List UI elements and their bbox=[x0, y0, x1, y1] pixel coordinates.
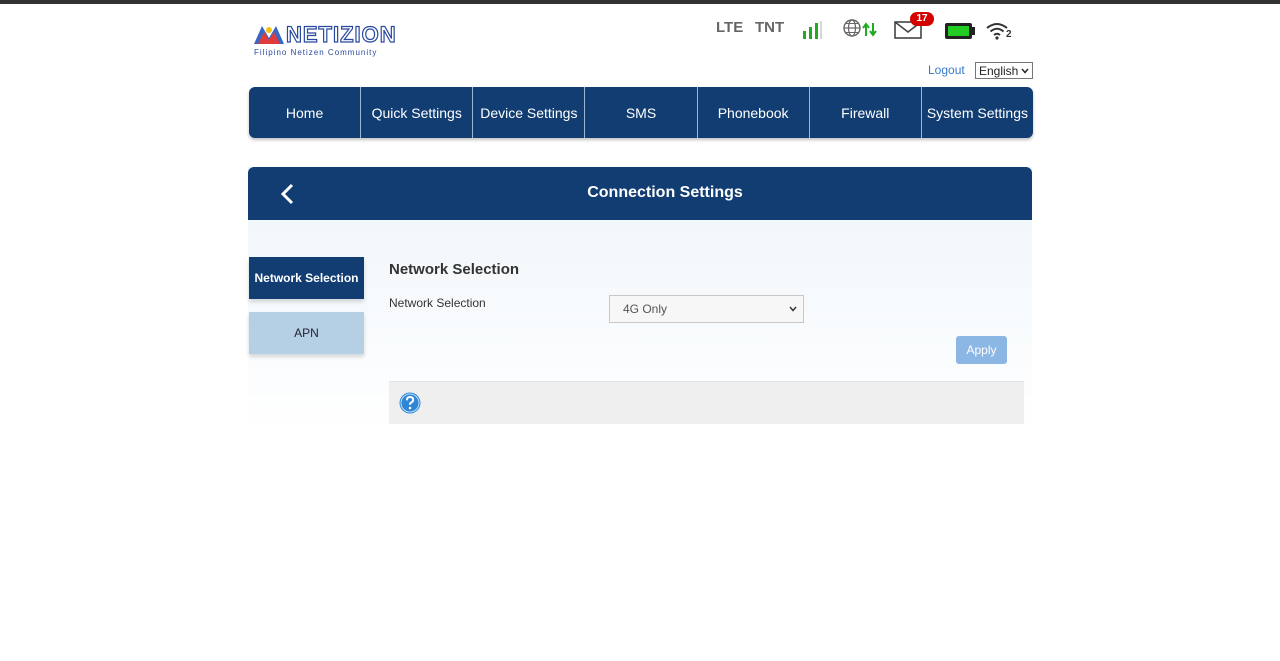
page-title: Connection Settings bbox=[587, 184, 743, 201]
section-title: Network Selection bbox=[389, 261, 520, 278]
logo-tagline: Filipino Netizen Community bbox=[254, 48, 378, 57]
question-mark-icon[interactable] bbox=[399, 392, 421, 414]
language-select[interactable]: English bbox=[975, 62, 1033, 79]
nav-home[interactable]: Home bbox=[249, 87, 362, 138]
signal-bars-icon bbox=[803, 21, 822, 39]
nav-firewall[interactable]: Firewall bbox=[810, 87, 922, 138]
network-selection-label: Network Selection bbox=[389, 296, 486, 310]
network-mode-select[interactable]: 4G Only bbox=[609, 295, 804, 323]
sidebar-item-network-selection[interactable]: Network Selection bbox=[249, 257, 364, 299]
network-mode-value: 4G Only bbox=[623, 302, 668, 316]
chevron-down-icon bbox=[789, 306, 797, 312]
wifi-icon bbox=[986, 23, 1008, 40]
nav-quick-settings[interactable]: Quick Settings bbox=[361, 87, 474, 138]
sidebar-item-apn[interactable]: APN bbox=[249, 312, 364, 354]
logout-link[interactable]: Logout bbox=[928, 63, 965, 77]
nav-system-settings[interactable]: System Settings bbox=[922, 87, 1033, 138]
nav-phonebook[interactable]: Phonebook bbox=[698, 87, 810, 138]
chevron-down-icon bbox=[1021, 68, 1029, 74]
battery-icon bbox=[945, 23, 975, 39]
nav-device-settings[interactable]: Device Settings bbox=[473, 87, 586, 138]
brand-logo[interactable]: NETIZION Filipino Netizen Community bbox=[252, 20, 396, 62]
panel-header: Connection Settings bbox=[248, 167, 1032, 220]
network-type-label: LTE bbox=[716, 19, 744, 36]
logo-wordmark: NETIZION bbox=[285, 21, 397, 47]
help-box bbox=[389, 381, 1024, 424]
sms-unread-badge: 17 bbox=[910, 12, 934, 26]
top-edge-strip bbox=[0, 0, 1280, 4]
wifi-client-count: 2 bbox=[1006, 29, 1012, 40]
logo-mark-icon bbox=[254, 26, 284, 44]
main-nav: Home Quick Settings Device Settings SMS … bbox=[249, 87, 1033, 138]
language-value: English bbox=[979, 63, 1019, 78]
connection-settings-panel: Connection Settings Network Selection AP… bbox=[248, 167, 1032, 433]
nav-sms[interactable]: SMS bbox=[585, 87, 698, 138]
operator-label: TNT bbox=[755, 19, 785, 36]
apply-button[interactable]: Apply bbox=[956, 336, 1007, 364]
globe-data-icon bbox=[843, 19, 877, 37]
